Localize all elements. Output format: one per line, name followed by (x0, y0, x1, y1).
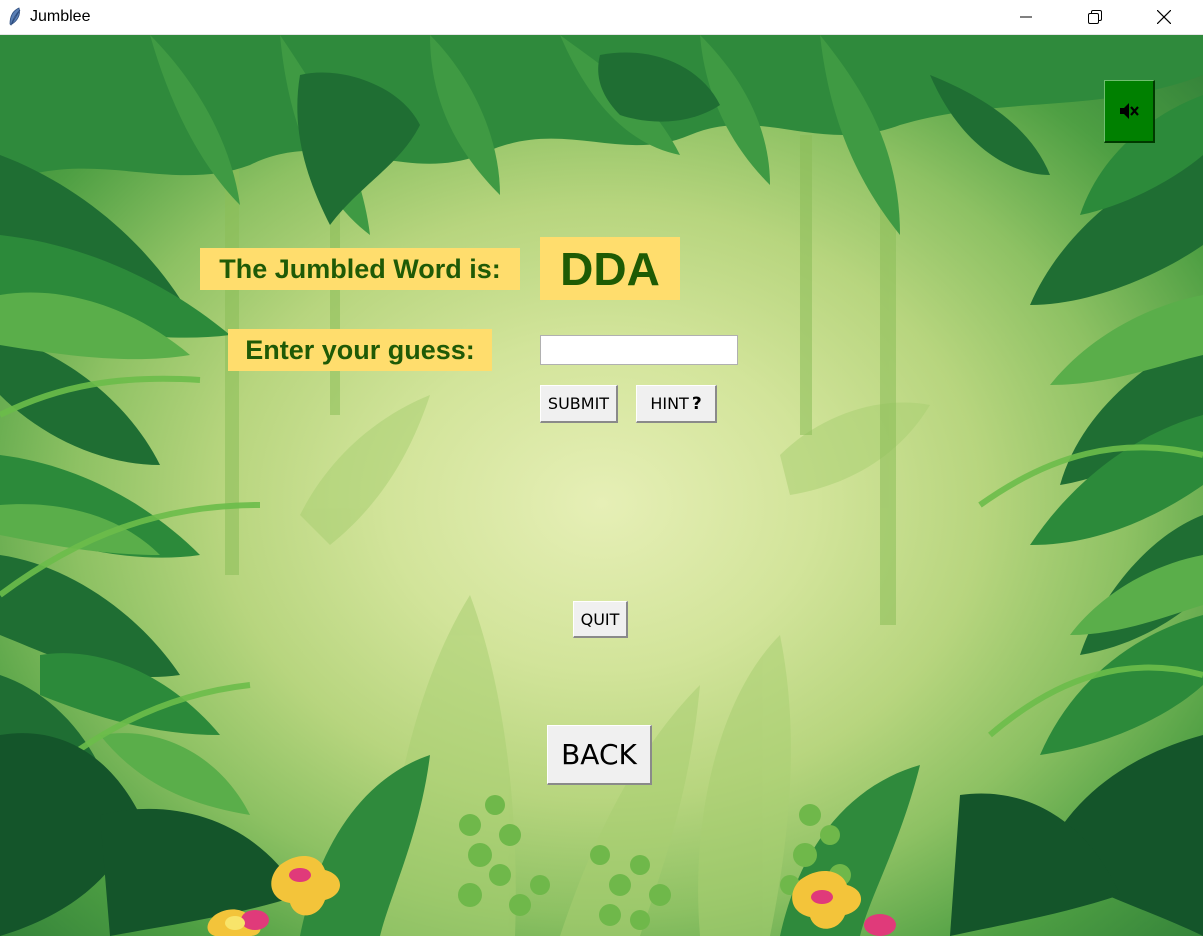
game-canvas: The Jumbled Word is: DDA Enter your gues… (0, 35, 1203, 936)
question-mark-icon: ? (691, 393, 702, 414)
hint-button-label: HINT (650, 394, 689, 413)
restore-button[interactable] (1072, 0, 1118, 34)
minimize-icon (1020, 16, 1032, 18)
jumbled-word-label: The Jumbled Word is: (200, 248, 520, 290)
minimize-button[interactable] (1003, 0, 1049, 34)
back-button[interactable]: BACK (547, 725, 652, 785)
close-button[interactable] (1141, 0, 1187, 34)
close-icon (1157, 10, 1171, 24)
title-bar: Jumblee (0, 0, 1203, 35)
feather-icon (7, 7, 23, 27)
guess-label: Enter your guess: (228, 329, 492, 371)
quit-button[interactable]: QUIT (573, 601, 628, 638)
guess-input[interactable] (540, 335, 738, 365)
restore-icon (1088, 10, 1102, 24)
hint-button[interactable]: HINT? (636, 385, 717, 423)
window-title: Jumblee (30, 8, 91, 25)
jungle-background (0, 35, 1203, 936)
submit-button[interactable]: SUBMIT (540, 385, 618, 423)
jumbled-word-display: DDA (540, 237, 680, 300)
speaker-mute-icon (1120, 103, 1139, 119)
mute-button[interactable] (1104, 80, 1155, 143)
